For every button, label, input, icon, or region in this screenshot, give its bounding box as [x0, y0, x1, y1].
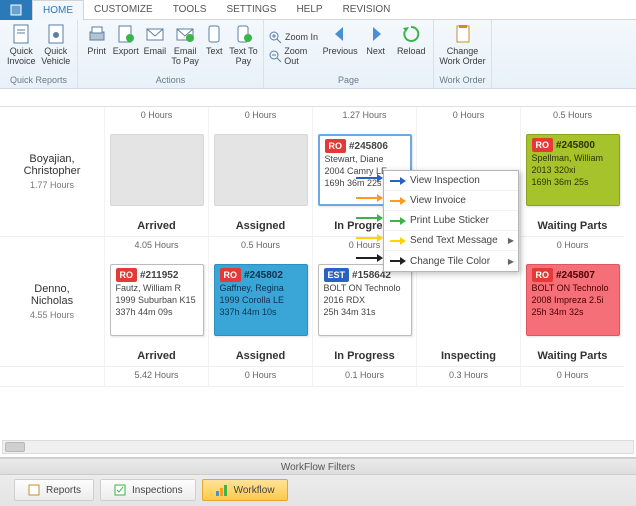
- column-label: Inspecting: [417, 346, 520, 366]
- change-work-order-label: Change Work Order: [438, 46, 487, 66]
- work-order-tile[interactable]: EST#158642BOLT ON Technolo2016 RDX25h 34…: [318, 264, 412, 336]
- context-menu-item[interactable]: View Invoice: [384, 191, 518, 211]
- hours-label: 0.1 Hours: [313, 367, 416, 383]
- quick-invoice-label: Quick Invoice: [4, 46, 39, 66]
- hours-label: 0.5 Hours: [209, 237, 312, 253]
- email-to-pay-label: Email To Pay: [170, 46, 201, 66]
- footer-tab-reports[interactable]: Reports: [14, 479, 94, 501]
- tech-row-header: [0, 367, 104, 387]
- email-label: Email: [144, 46, 167, 56]
- group-page-label: Page: [268, 74, 429, 86]
- filter-bar: [0, 89, 636, 107]
- hours-label: 0 Hours: [417, 107, 520, 123]
- previous-button[interactable]: Previous: [322, 22, 358, 74]
- ribbon: Quick Invoice Quick Vehicle Quick Report…: [0, 20, 636, 89]
- zoom-out-label: Zoom Out: [284, 46, 322, 66]
- column-label: Assigned: [209, 346, 312, 366]
- group-actions-label: Actions: [82, 74, 259, 86]
- footer-tab-workflow[interactable]: Workflow: [202, 479, 288, 501]
- context-menu-item[interactable]: Change Tile Color▶: [384, 251, 518, 271]
- next-button[interactable]: Next: [358, 22, 394, 74]
- export-button[interactable]: Export: [111, 22, 140, 74]
- column-label: Assigned: [209, 216, 312, 236]
- hours-label: 0 Hours: [521, 237, 624, 253]
- ribbon-tab-home[interactable]: HOME: [32, 0, 84, 20]
- group-work-order-label: Work Order: [438, 74, 487, 86]
- hours-label: 1.27 Hours: [313, 107, 416, 123]
- text-to-pay-label: Text To Pay: [228, 46, 259, 66]
- app-menu-button[interactable]: [0, 0, 32, 20]
- work-order-tile[interactable]: RO#211952Fautz, William R1999 Suburban K…: [110, 264, 204, 336]
- hours-label: 0 Hours: [521, 367, 624, 383]
- ribbon-tab-tools[interactable]: TOOLS: [163, 0, 217, 20]
- column-label: Arrived: [105, 346, 208, 366]
- workflow-board: Boyajian,Christopher1.77 HoursDenno,Nich…: [0, 107, 636, 439]
- hours-label: 0 Hours: [209, 367, 312, 383]
- print-label: Print: [87, 46, 106, 56]
- hours-label: 5.42 Hours: [105, 367, 208, 383]
- quick-invoice-button[interactable]: Quick Invoice: [4, 22, 39, 74]
- ribbon-tab-help[interactable]: HELP: [286, 0, 332, 20]
- context-menu-item[interactable]: Send Text Message▶: [384, 231, 518, 251]
- work-order-tile[interactable]: RO#245802Gaffney, Regina1999 Corolla LE3…: [214, 264, 308, 336]
- footer: WorkFlow Filters Reports Inspections Workf…: [0, 457, 636, 506]
- change-work-order-button[interactable]: Change Work Order: [438, 22, 487, 74]
- context-menu-item[interactable]: Print Lube Sticker: [384, 211, 518, 231]
- email-button[interactable]: Email: [140, 22, 169, 74]
- footer-tab-inspections[interactable]: Inspections: [100, 479, 196, 501]
- next-label: Next: [366, 46, 385, 56]
- hours-label: 0 Hours: [105, 107, 208, 123]
- text-to-pay-button[interactable]: Text To Pay: [228, 22, 259, 74]
- text-label: Text: [206, 46, 223, 56]
- context-menu: View InspectionView InvoicePrint Lube St…: [383, 170, 519, 272]
- column-label: Arrived: [105, 216, 208, 236]
- ribbon-tab-revision[interactable]: REVISION: [333, 0, 401, 20]
- column-label: Waiting Parts: [521, 216, 624, 236]
- quick-vehicle-button[interactable]: Quick Vehicle: [39, 22, 74, 74]
- column-label: In Progress: [313, 346, 416, 366]
- group-quick-reports-label: Quick Reports: [4, 74, 73, 86]
- quick-vehicle-label: Quick Vehicle: [39, 46, 74, 66]
- reload-label: Reload: [397, 46, 426, 56]
- tech-row-header: Boyajian,Christopher1.77 Hours: [0, 107, 104, 237]
- ribbon-tab-customize[interactable]: CUSTOMIZE: [84, 0, 163, 20]
- ribbon-tab-settings[interactable]: SETTINGS: [216, 0, 286, 20]
- previous-label: Previous: [323, 46, 358, 56]
- context-menu-item[interactable]: View Inspection: [384, 171, 518, 191]
- reload-button[interactable]: Reload: [393, 22, 429, 74]
- zoom-out-button[interactable]: Zoom Out: [268, 46, 322, 66]
- hours-label: 4.05 Hours: [105, 237, 208, 253]
- empty-tile[interactable]: [214, 134, 308, 206]
- tech-row-header: Denno,Nicholas4.55 Hours: [0, 237, 104, 367]
- zoom-in-button[interactable]: Zoom In: [268, 30, 322, 44]
- work-order-tile[interactable]: RO#245800Spellman, William2013 320xi169h…: [526, 134, 620, 206]
- email-to-pay-button[interactable]: Email To Pay: [170, 22, 201, 74]
- empty-tile[interactable]: [110, 134, 204, 206]
- print-button[interactable]: Print: [82, 22, 111, 74]
- workflow-filters-header[interactable]: WorkFlow Filters: [0, 458, 636, 475]
- text-button[interactable]: Text: [201, 22, 228, 74]
- column-label: Waiting Parts: [521, 346, 624, 366]
- hours-label: 0 Hours: [209, 107, 312, 123]
- hours-label: 0.5 Hours: [521, 107, 624, 123]
- horizontal-scrollbar[interactable]: [2, 440, 634, 454]
- zoom-in-label: Zoom In: [285, 32, 318, 42]
- work-order-tile[interactable]: RO#245807BOLT ON Technolo2008 Impreza 2.…: [526, 264, 620, 336]
- export-label: Export: [113, 46, 139, 56]
- hours-label: 0.3 Hours: [417, 367, 520, 383]
